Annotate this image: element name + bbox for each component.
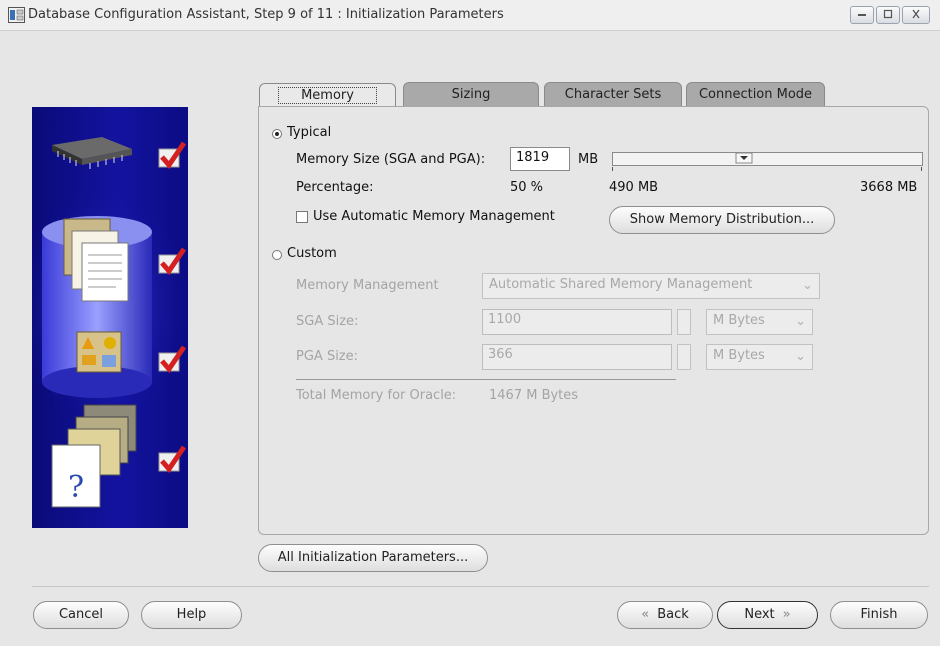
percentage-label: Percentage: bbox=[296, 180, 374, 195]
total-separator bbox=[296, 379, 676, 380]
memory-slider[interactable] bbox=[612, 152, 923, 166]
checkmark-icon bbox=[158, 141, 187, 170]
slider-max-label: 3668 MB bbox=[860, 180, 918, 195]
slider-thumb-icon bbox=[735, 152, 753, 164]
checkmark-icon bbox=[158, 445, 187, 474]
sga-size-label: SGA Size: bbox=[296, 314, 359, 329]
sga-size-spinner[interactable] bbox=[677, 309, 691, 335]
help-button[interactable]: Help bbox=[141, 601, 242, 629]
use-amm-label: Use Automatic Memory Management bbox=[313, 209, 555, 224]
pga-size-label: PGA Size: bbox=[296, 349, 359, 364]
close-button[interactable] bbox=[902, 6, 930, 24]
sga-size-input[interactable]: 1100 bbox=[482, 309, 672, 335]
memory-size-label: Memory Size (SGA and PGA): bbox=[296, 152, 486, 167]
close-icon bbox=[912, 9, 920, 19]
slider-min-label: 490 MB bbox=[609, 180, 659, 195]
title-bar[interactable]: Database Configuration Assistant, Step 9… bbox=[0, 0, 940, 31]
back-button[interactable]: « Back bbox=[617, 601, 713, 629]
back-label: Back bbox=[657, 607, 689, 622]
pga-size-input[interactable]: 366 bbox=[482, 344, 672, 370]
slider-min-tick bbox=[612, 167, 613, 171]
show-memory-distribution-button[interactable]: Show Memory Distribution... bbox=[609, 206, 835, 234]
documents-icon bbox=[63, 218, 129, 302]
minimize-button[interactable] bbox=[850, 6, 874, 24]
shapes-icon bbox=[76, 331, 122, 373]
maximize-button[interactable] bbox=[876, 6, 900, 24]
total-memory-label: Total Memory for Oracle: bbox=[296, 388, 457, 403]
custom-radio[interactable] bbox=[272, 250, 282, 260]
wizard-step-graphic: ? bbox=[32, 107, 188, 528]
memory-unit-label: MB bbox=[578, 152, 599, 167]
pga-size-spinner[interactable] bbox=[677, 344, 691, 370]
finish-button[interactable]: Finish bbox=[830, 601, 928, 629]
tab-sizing-label: Sizing bbox=[451, 87, 491, 102]
memory-size-input[interactable]: 1819 bbox=[510, 147, 570, 171]
custom-label: Custom bbox=[287, 246, 337, 261]
slider-max-tick bbox=[921, 167, 922, 171]
all-initialization-parameters-button[interactable]: All Initialization Parameters... bbox=[258, 544, 488, 572]
percentage-value: 50 % bbox=[510, 180, 544, 195]
footer-separator bbox=[32, 586, 929, 587]
next-chevron-icon: » bbox=[782, 607, 791, 622]
pga-unit-select[interactable]: M Bytes ⌄ bbox=[706, 344, 813, 370]
window-title: Database Configuration Assistant, Step 9… bbox=[28, 7, 504, 22]
chip-icon bbox=[52, 137, 132, 169]
minimize-icon bbox=[858, 14, 866, 16]
memory-management-value: Automatic Shared Memory Management bbox=[489, 277, 753, 292]
next-button[interactable]: Next » bbox=[717, 601, 818, 629]
tab-sizing[interactable]: Sizing bbox=[403, 82, 539, 106]
database-window-icon bbox=[8, 7, 25, 23]
memory-management-select[interactable]: Automatic Shared Memory Management ⌄ bbox=[482, 273, 820, 299]
svg-text:?: ? bbox=[68, 470, 84, 505]
back-chevron-icon: « bbox=[641, 607, 650, 622]
typical-label: Typical bbox=[287, 125, 332, 140]
chevron-down-icon: ⌄ bbox=[795, 314, 806, 329]
memory-slider-thumb[interactable] bbox=[735, 152, 753, 164]
use-amm-checkbox[interactable] bbox=[296, 211, 308, 223]
help-document-icon: ? bbox=[51, 444, 101, 508]
chevron-down-icon: ⌄ bbox=[802, 278, 813, 293]
tab-memory-label: Memory bbox=[278, 87, 377, 104]
tab-character-sets-label: Character Sets bbox=[564, 87, 662, 102]
pga-unit-value: M Bytes bbox=[713, 348, 765, 363]
next-label: Next bbox=[744, 607, 775, 622]
chevron-down-icon: ⌄ bbox=[795, 349, 806, 364]
tab-memory[interactable]: Memory bbox=[259, 83, 396, 107]
cancel-button[interactable]: Cancel bbox=[33, 601, 129, 629]
memory-management-label: Memory Management bbox=[296, 278, 439, 293]
tab-character-sets[interactable]: Character Sets bbox=[544, 82, 682, 106]
sga-unit-value: M Bytes bbox=[713, 313, 765, 328]
typical-radio[interactable] bbox=[272, 129, 282, 139]
sga-unit-select[interactable]: M Bytes ⌄ bbox=[706, 309, 813, 335]
tab-connection-mode[interactable]: Connection Mode bbox=[686, 82, 825, 106]
maximize-icon bbox=[883, 9, 893, 19]
total-memory-value: 1467 M Bytes bbox=[489, 388, 579, 403]
tab-connection-mode-label: Connection Mode bbox=[698, 87, 813, 102]
